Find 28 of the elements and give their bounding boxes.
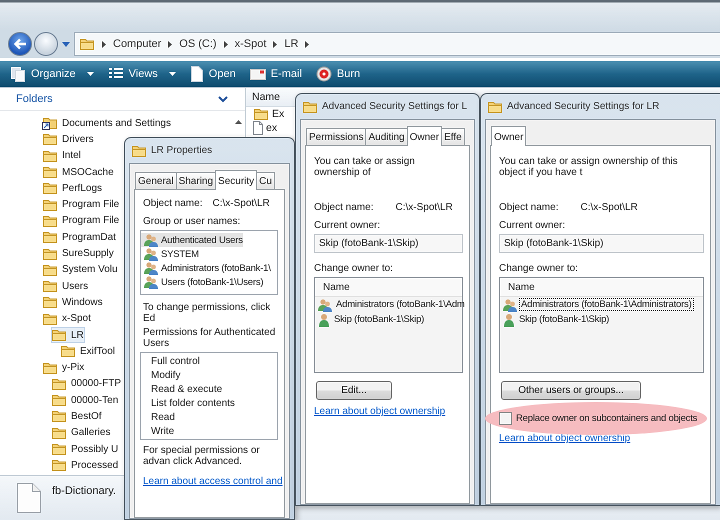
field-value: C:\x-Spot\LR: [580, 202, 638, 213]
permission-name: Read & execute: [151, 384, 224, 397]
permission-name: Full control: [151, 356, 201, 369]
section-label: Group or user names:: [143, 216, 240, 227]
window-title: Advanced Security Settings for LR: [507, 101, 660, 112]
instruction-text: You can take or assign ownership of: [314, 156, 416, 178]
field-value: C:\x-Spot\LR: [395, 202, 453, 213]
permission-name: Write: [151, 426, 176, 439]
field-value: C:\x-Spot\LR: [212, 198, 270, 209]
permission-name: List folder contents: [151, 398, 236, 411]
window-title: LR Properties: [151, 145, 212, 156]
instruction-text: For special permissions or advan click Advanced.: [143, 445, 261, 467]
pane-title: Folders: [16, 93, 53, 105]
field-label: Object name:: [499, 202, 558, 213]
window-title: Advanced Security Settings for L: [322, 101, 468, 112]
instruction-text: To change permissions, click Ed: [143, 302, 272, 324]
field-label: Current owner:: [499, 220, 566, 231]
field-label: Current owner:: [314, 220, 380, 231]
file-name: fb-Dictionary.: [52, 485, 116, 497]
checkbox-label: Replace owner on subcontainers and objects: [516, 413, 698, 424]
field-label: Object name:: [314, 202, 374, 213]
field-label: Object name:: [143, 198, 202, 209]
permission-name: Read: [151, 412, 176, 425]
instruction-text: You can take or assign ownership of this object if you have t: [499, 156, 679, 178]
section-label: Permissions for Authenticated Users: [143, 327, 276, 349]
field-label: Change owner to:: [499, 263, 578, 274]
permission-name: Modify: [151, 370, 182, 383]
field-label: Change owner to:: [314, 263, 393, 274]
